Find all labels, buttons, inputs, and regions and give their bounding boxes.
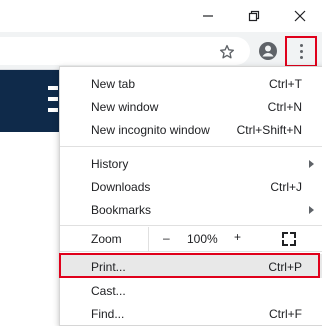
zoom-row: Zoom – 100% + <box>60 227 322 251</box>
menu-item-shortcut: Ctrl+T <box>269 76 302 91</box>
address-bar[interactable] <box>0 37 250 65</box>
menu-item-label: Cast... <box>91 283 126 298</box>
minimize-icon <box>202 10 214 22</box>
zoom-controls: – 100% + <box>148 227 261 251</box>
zoom-out-button[interactable]: – <box>163 231 170 245</box>
menu-item-cast[interactable]: Cast... <box>60 279 322 302</box>
menu-item-label: New window <box>91 99 159 114</box>
hamburger-icon[interactable] <box>48 86 58 112</box>
zoom-level: 100% <box>187 232 218 246</box>
print-item-highlight <box>59 253 320 278</box>
menu-item-new-window[interactable]: New window Ctrl+N <box>60 95 322 118</box>
restore-icon <box>248 10 260 22</box>
menu-item-new-incognito-window[interactable]: New incognito window Ctrl+Shift+N <box>60 118 322 141</box>
submenu-arrow-icon <box>309 159 314 168</box>
close-icon <box>294 10 306 22</box>
menu-item-label: New tab <box>91 76 136 91</box>
menu-item-downloads[interactable]: Downloads Ctrl+J <box>60 175 322 198</box>
menu-divider <box>60 251 322 252</box>
chrome-main-menu: New tab Ctrl+T New window Ctrl+N New inc… <box>59 66 322 326</box>
menu-item-shortcut: Ctrl+F <box>269 306 302 321</box>
menu-item-shortcut: Ctrl+J <box>270 179 302 194</box>
menu-divider <box>60 146 322 147</box>
zoom-in-button[interactable]: + <box>234 230 241 244</box>
menu-item-label: New incognito window <box>91 122 210 137</box>
star-icon[interactable] <box>218 43 236 61</box>
close-button[interactable] <box>280 0 320 32</box>
submenu-arrow-icon <box>309 205 314 214</box>
menu-item-shortcut: Ctrl+Shift+N <box>236 122 302 137</box>
fullscreen-icon[interactable] <box>282 232 296 246</box>
window-title-bar <box>0 0 322 32</box>
menu-item-bookmarks[interactable]: Bookmarks <box>60 198 322 221</box>
menu-item-label: Downloads <box>91 179 151 194</box>
menu-item-history[interactable]: History <box>60 152 322 175</box>
menu-item-label: History <box>91 156 129 171</box>
menu-item-label: Bookmarks <box>91 202 152 217</box>
zoom-label: Zoom <box>91 232 122 246</box>
menu-item-label: Find... <box>91 306 125 321</box>
minimize-button[interactable] <box>188 0 228 32</box>
menu-item-new-tab[interactable]: New tab Ctrl+T <box>60 72 322 95</box>
menu-item-shortcut: Ctrl+N <box>267 99 302 114</box>
account-icon[interactable] <box>258 41 278 61</box>
menu-button-highlight <box>285 36 317 67</box>
restore-button[interactable] <box>234 0 274 32</box>
menu-divider <box>60 225 322 226</box>
